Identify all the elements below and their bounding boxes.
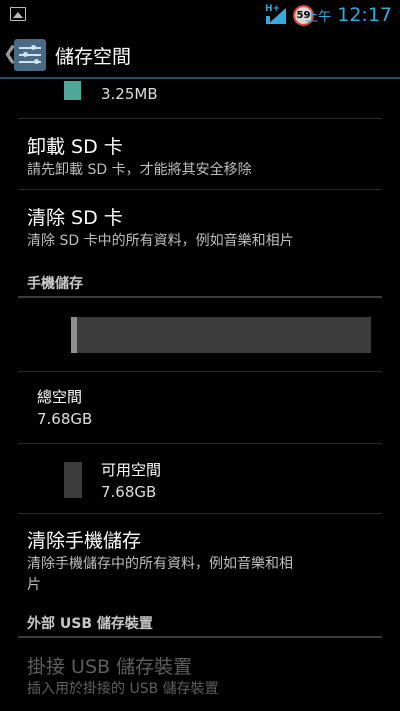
gallery-notification-icon — [10, 7, 26, 21]
mount-usb-title: 掛接 USB 儲存裝置 — [27, 656, 193, 678]
unmount-sd-summary: 請先卸載 SD 卡，才能將其安全移除 — [27, 162, 252, 178]
divider — [18, 118, 382, 119]
erase-phone-storage-summary-line2: 片 — [27, 577, 41, 593]
divider — [18, 443, 382, 444]
divider — [18, 189, 382, 190]
page-title: 儲存空間 — [55, 46, 132, 68]
available-space-label: 可用空間 — [101, 461, 162, 479]
sd-usage-color-swatch — [64, 81, 81, 100]
erase-sd-summary: 清除 SD 卡中的所有資料，例如音樂和相片 — [27, 233, 294, 249]
storage-settings-icon[interactable] — [14, 39, 46, 71]
erase-phone-storage-title: 清除手機儲存 — [27, 530, 142, 552]
total-space-label: 總空間 — [37, 388, 83, 406]
erase-phone-storage-summary-line1: 清除手機儲存中的所有資料，例如音樂和相 — [27, 556, 293, 572]
signal-strength-icon — [266, 8, 286, 24]
available-space-swatch — [64, 462, 82, 498]
action-bar[interactable]: ❮ 儲存空間 — [0, 33, 400, 77]
section-divider — [18, 636, 382, 638]
divider — [18, 371, 382, 372]
sd-usage-value: 3.25MB — [101, 85, 158, 103]
available-space-value: 7.68GB — [101, 483, 157, 501]
clock-ampm: 上午 — [305, 10, 332, 25]
status-bar: H+ 59 上午 12:17 — [0, 0, 400, 33]
phone-storage-used-fill — [71, 317, 77, 353]
storage-settings-list[interactable]: 3.25MB 卸載 SD 卡 請先卸載 SD 卡，才能將其安全移除 清除 SD … — [0, 79, 400, 711]
phone-storage-usage-bar — [71, 317, 371, 353]
section-divider — [18, 296, 382, 298]
mount-usb-summary: 插入用於掛接的 USB 儲存裝置 — [27, 681, 219, 697]
clock: 上午 12:17 — [305, 4, 392, 26]
total-space-value: 7.68GB — [37, 410, 93, 428]
unmount-sd-title: 卸載 SD 卡 — [27, 136, 123, 158]
divider — [18, 513, 382, 514]
erase-sd-title: 清除 SD 卡 — [27, 207, 123, 229]
usb-storage-header: 外部 USB 儲存裝置 — [27, 616, 153, 632]
phone-storage-header: 手機儲存 — [27, 276, 83, 292]
clock-time: 12:17 — [337, 4, 392, 26]
